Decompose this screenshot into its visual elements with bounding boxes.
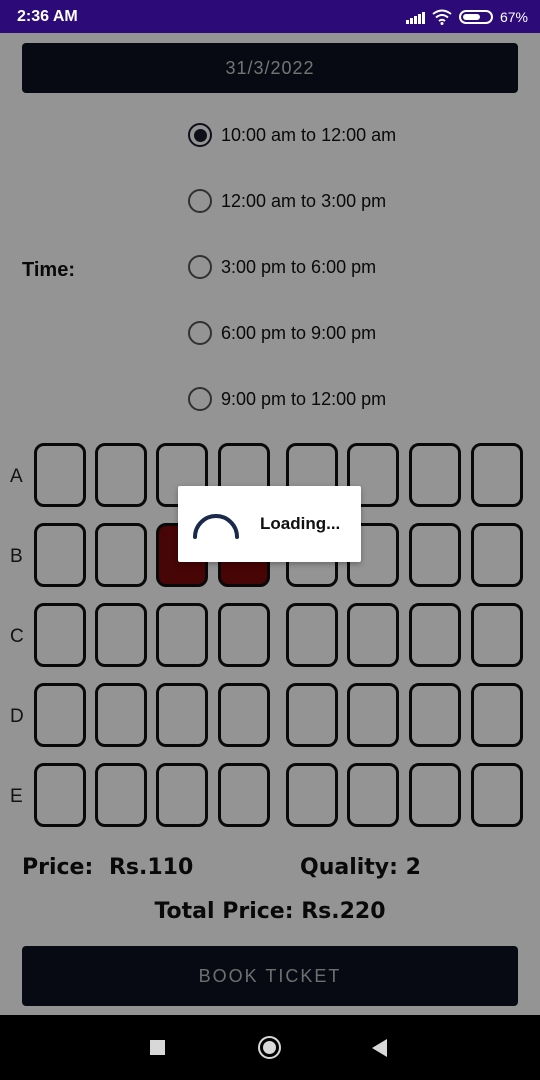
battery-icon xyxy=(458,10,493,24)
loading-dialog: Loading... xyxy=(178,486,361,562)
home-circle-icon[interactable] xyxy=(258,1036,281,1059)
status-bar: 2:36 AM 67% xyxy=(0,0,540,33)
back-triangle-icon[interactable] xyxy=(372,1039,387,1057)
recents-square-icon[interactable] xyxy=(150,1040,165,1055)
status-time: 2:36 AM xyxy=(17,8,78,25)
wifi-icon xyxy=(432,9,452,25)
system-nav-bar xyxy=(0,1015,540,1080)
loading-text: Loading... xyxy=(260,514,341,533)
spinner-icon xyxy=(193,514,239,539)
signal-icon xyxy=(405,10,425,24)
status-icons: 67% xyxy=(405,7,528,27)
battery-percent: 67% xyxy=(499,9,528,25)
